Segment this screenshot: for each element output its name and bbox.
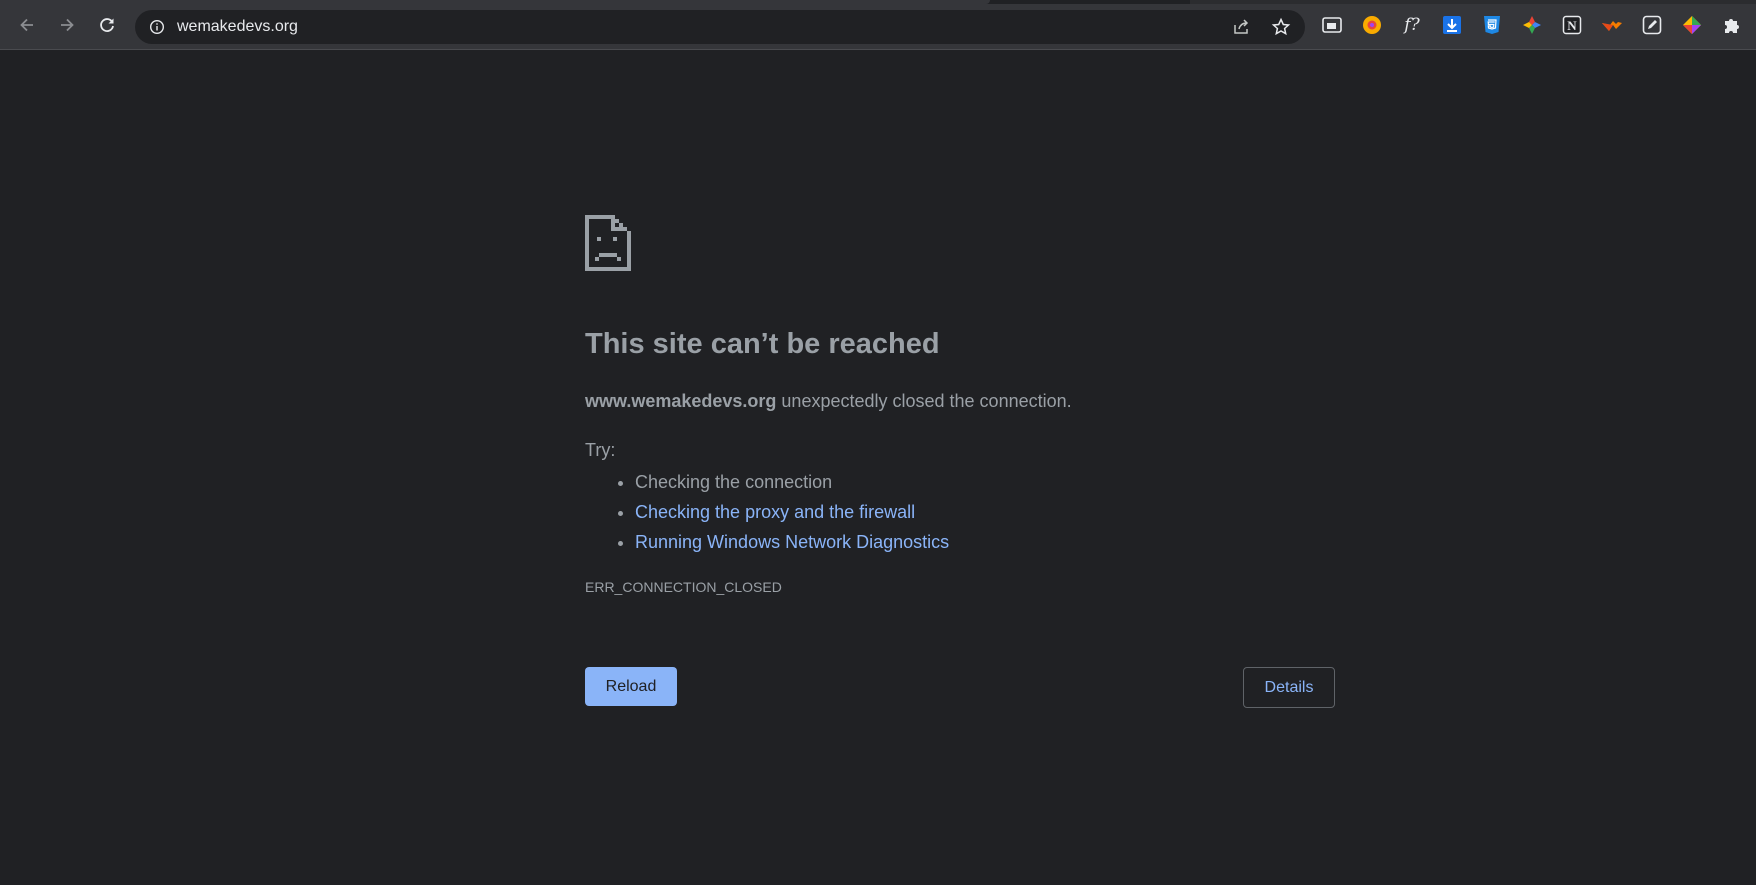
font-identifier-ext-icon[interactable]: f? [1401, 14, 1423, 36]
star-icon[interactable] [1271, 17, 1291, 37]
error-message: unexpectedly closed the connection. [776, 391, 1072, 411]
orange-ext-icon[interactable] [1601, 14, 1623, 36]
reload-toolbar-button[interactable] [92, 10, 122, 40]
info-icon[interactable] [149, 19, 165, 35]
try-label: Try: [585, 440, 616, 460]
pen-ext-icon[interactable] [1641, 14, 1663, 36]
tab-inactive[interactable] [1190, 0, 1756, 4]
error-summary: www.wemakedevs.org unexpectedly closed t… [585, 391, 1072, 412]
window-ext-icon[interactable] [1321, 14, 1343, 36]
forward-button[interactable] [52, 10, 82, 40]
details-button[interactable]: Details [1243, 667, 1335, 708]
diamond-ext-icon[interactable] [1681, 14, 1703, 36]
suggestion-network-diagnostics-item: Running Windows Network Diagnostics [635, 527, 949, 557]
download-ext-icon[interactable] [1441, 14, 1463, 36]
url-text[interactable]: wemakedevs.org [177, 18, 298, 36]
share-icon[interactable] [1231, 17, 1251, 37]
notion-ext-icon[interactable]: N [1561, 14, 1583, 36]
puzzle-icon[interactable] [1721, 14, 1743, 36]
tab-strip [0, 0, 1756, 4]
colorful-ext-icon[interactable] [1521, 14, 1543, 36]
tab-active[interactable] [0, 0, 990, 4]
back-button[interactable] [12, 10, 42, 40]
suggestions-list: Checking the connection Checking the pro… [585, 467, 949, 557]
suggestion-proxy-firewall-item: Checking the proxy and the firewall [635, 497, 949, 527]
suggestion-check-connection: Checking the connection [635, 467, 949, 497]
reload-icon [100, 18, 114, 32]
error-host: www.wemakedevs.org [585, 391, 777, 411]
error-heading: This site can’t be reached [585, 328, 940, 360]
browser-toolbar: wemakedevs.org f? N [0, 0, 1756, 50]
svg-text:N: N [1567, 18, 1577, 33]
suggestion-network-diagnostics-link[interactable]: Running Windows Network Diagnostics [635, 532, 949, 552]
arrow-right-icon [61, 18, 74, 32]
suggestion-proxy-firewall-link[interactable]: Checking the proxy and the firewall [635, 502, 915, 522]
sad-document-icon [585, 215, 631, 271]
color-picker-ext-icon[interactable] [1361, 14, 1383, 36]
arrow-left-icon [20, 18, 33, 32]
error-code: ERR_CONNECTION_CLOSED [585, 579, 782, 595]
address-bar[interactable]: wemakedevs.org [135, 10, 1305, 44]
reload-button[interactable]: Reload [585, 667, 677, 706]
css-ext-icon[interactable] [1481, 14, 1503, 36]
